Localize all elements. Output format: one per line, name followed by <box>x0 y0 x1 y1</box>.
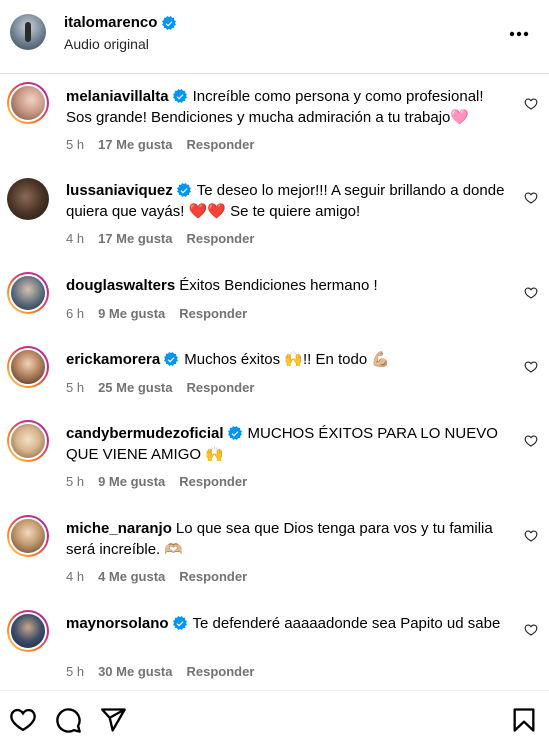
author-avatar[interactable] <box>10 14 46 50</box>
reply-button[interactable]: Responder <box>179 569 247 584</box>
commenter-avatar[interactable] <box>7 515 49 557</box>
commenter-avatar[interactable] <box>7 82 49 124</box>
author-username-row[interactable]: italomarenco <box>64 14 176 31</box>
comment-meta: 4 h 17 Me gusta Responder <box>66 231 254 246</box>
commenter-username[interactable]: candybermudezoficial <box>66 425 224 442</box>
commenter-username[interactable]: erickamorera <box>66 351 160 368</box>
comment-likes[interactable]: 30 Me gusta <box>98 664 172 679</box>
comment-text-block: miche_naranjo Lo que sea que Dios tenga p… <box>66 519 506 560</box>
commenter-username[interactable]: miche_naranjo <box>66 520 172 537</box>
comment-text: Éxitos Bendiciones hermano ! <box>179 277 378 294</box>
comment-meta: 5 h 30 Me gusta Responder <box>66 664 254 679</box>
comment-time: 4 h <box>66 569 85 584</box>
comment-text-block: melaniavillalta Increíble como persona y … <box>66 87 506 128</box>
reply-button[interactable]: Responder <box>187 664 255 679</box>
comment-time: 4 h <box>66 231 85 246</box>
comment-text-block: lussaniaviquez Te deseo lo mejor!!! A seg… <box>66 181 506 222</box>
heart-icon[interactable] <box>9 706 37 734</box>
reply-button[interactable]: Responder <box>187 380 255 395</box>
like-comment-heart-icon[interactable] <box>524 529 538 543</box>
verified-icon <box>173 89 187 103</box>
like-comment-heart-icon[interactable] <box>524 360 538 374</box>
comment-likes[interactable]: 25 Me gusta <box>98 380 172 395</box>
commenter-avatar[interactable] <box>7 420 49 462</box>
comment-likes[interactable]: 17 Me gusta <box>98 137 172 152</box>
commenter-avatar[interactable] <box>7 346 49 388</box>
comment-meta: 5 h 17 Me gusta Responder <box>66 137 254 152</box>
like-comment-heart-icon[interactable] <box>524 434 538 448</box>
comment-likes[interactable]: 17 Me gusta <box>98 231 172 246</box>
comment-likes[interactable]: 9 Me gusta <box>98 306 165 321</box>
comment-time: 5 h <box>66 664 85 679</box>
comment-time: 5 h <box>66 137 85 152</box>
reply-button[interactable]: Responder <box>187 231 255 246</box>
commenter-username[interactable]: melaniavillalta <box>66 88 169 105</box>
comment-icon[interactable] <box>54 706 82 734</box>
comment-time: 6 h <box>66 306 85 321</box>
commenter-avatar[interactable] <box>7 610 49 652</box>
bookmark-icon[interactable] <box>510 706 538 734</box>
verified-icon <box>162 16 176 30</box>
comment-meta: 5 h 9 Me gusta Responder <box>66 474 247 489</box>
audio-label[interactable]: Audio original <box>64 36 149 52</box>
like-comment-heart-icon[interactable] <box>524 97 538 111</box>
share-icon[interactable] <box>99 706 127 734</box>
reply-button[interactable]: Responder <box>187 137 255 152</box>
comment-meta: 4 h 4 Me gusta Responder <box>66 569 247 584</box>
commenter-username[interactable]: lussaniaviquez <box>66 182 173 199</box>
comment-text-block: candybermudezoficial MUCHOS ÉXITOS PARA L… <box>66 424 506 465</box>
verified-icon <box>164 352 178 366</box>
reply-button[interactable]: Responder <box>179 306 247 321</box>
like-comment-heart-icon[interactable] <box>524 623 538 637</box>
verified-icon <box>173 616 187 630</box>
comment-likes[interactable]: 4 Me gusta <box>98 569 165 584</box>
commenter-username[interactable]: maynorsolano <box>66 615 169 632</box>
like-comment-heart-icon[interactable] <box>524 191 538 205</box>
comment-text: Te defenderé aaaaadonde sea Papito ud sa… <box>192 615 501 632</box>
commenter-username[interactable]: douglaswalters <box>66 277 175 294</box>
comment-time: 5 h <box>66 474 85 489</box>
author-username[interactable]: italomarenco <box>64 14 157 31</box>
comment-meta: 5 h 25 Me gusta Responder <box>66 380 254 395</box>
like-comment-heart-icon[interactable] <box>524 286 538 300</box>
comment-text-block: maynorsolano Te defenderé aaaaadonde sea … <box>66 614 506 635</box>
verified-icon <box>177 183 191 197</box>
post-action-bar <box>0 690 549 746</box>
comment-text-block: erickamorera Muchos éxitos 🙌!! En todo 💪🏼 <box>66 350 506 371</box>
comment-meta: 6 h 9 Me gusta Responder <box>66 306 247 321</box>
reply-button[interactable]: Responder <box>179 474 247 489</box>
comment-time: 5 h <box>66 380 85 395</box>
commenter-avatar[interactable] <box>7 178 49 220</box>
more-options-icon[interactable] <box>507 22 531 46</box>
comment-text-block: douglaswalters Éxitos Bendiciones hermano… <box>66 276 506 297</box>
verified-icon <box>228 426 242 440</box>
commenter-avatar[interactable] <box>7 272 49 314</box>
post-header: italomarenco Audio original <box>0 0 549 74</box>
comment-likes[interactable]: 9 Me gusta <box>98 474 165 489</box>
comment-text: Muchos éxitos 🙌!! En todo 💪🏼 <box>184 351 391 368</box>
